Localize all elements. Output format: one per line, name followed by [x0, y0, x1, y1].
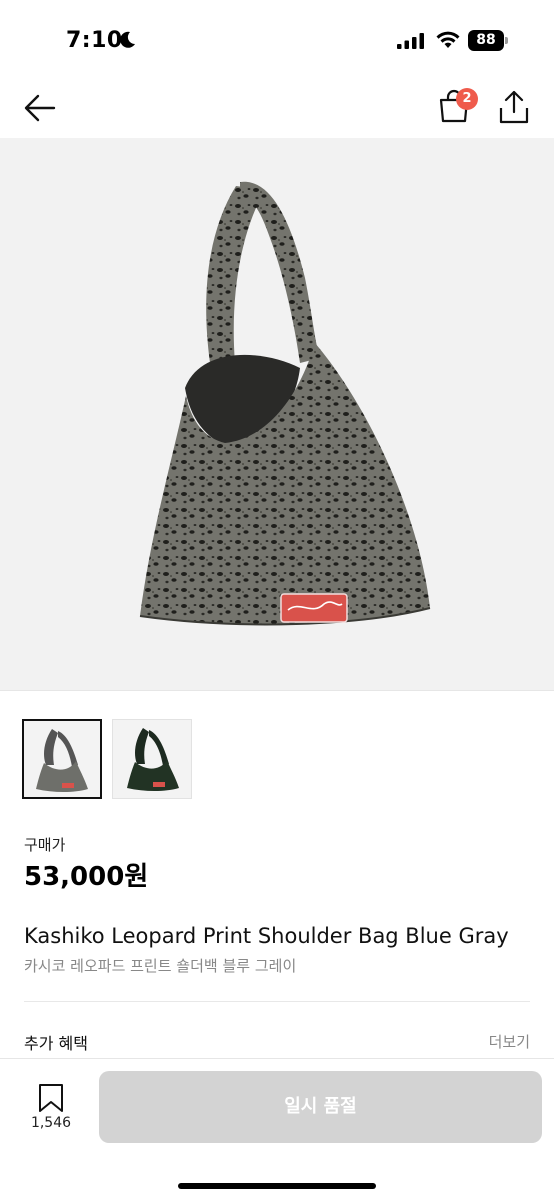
bag-thumbnail-green [127, 728, 179, 791]
back-arrow-icon[interactable] [22, 90, 58, 126]
bookmark-button[interactable]: 1,546 [24, 1079, 78, 1139]
temporarily-sold-out-button[interactable]: 일시 품절 [99, 1071, 542, 1143]
top-nav: 2 [0, 80, 554, 138]
cart-count-badge: 2 [456, 88, 478, 110]
home-indicator [178, 1183, 376, 1189]
divider [24, 1001, 530, 1002]
thumbnail-green[interactable] [112, 719, 192, 799]
battery-icon: 88 [468, 30, 508, 51]
bottom-action-bar: 1,546 일시 품절 [0, 1058, 554, 1200]
bookmark-icon [39, 1084, 63, 1112]
battery-level: 88 [468, 30, 504, 51]
more-link[interactable]: 더보기 [489, 1031, 530, 1052]
divider [0, 690, 554, 691]
thumbnail-gray-selected[interactable] [22, 719, 102, 799]
product-subtitle-korean: 카시코 레오파드 프린트 숄더백 블루 그레이 [24, 957, 297, 975]
price-value: 53,000원 [24, 862, 149, 892]
status-bar: 7:10 88 [0, 0, 554, 80]
share-icon[interactable] [496, 88, 532, 126]
price-label: 구매가 [24, 836, 66, 854]
additional-benefits-label: 추가 혜택 [24, 1034, 88, 1053]
product-main-image[interactable] [0, 138, 554, 690]
battery-tip [505, 37, 508, 44]
cellular-signal-icon [397, 33, 424, 49]
leopard-bag-image [139, 181, 431, 626]
moon-icon [120, 31, 135, 48]
bag-thumbnail-gray [36, 729, 88, 792]
bookmark-count: 1,546 [30, 1115, 72, 1131]
status-time: 7:10 [66, 28, 123, 53]
wifi-icon [436, 31, 460, 48]
product-title: Kashiko Leopard Print Shoulder Bag Blue … [24, 924, 509, 948]
